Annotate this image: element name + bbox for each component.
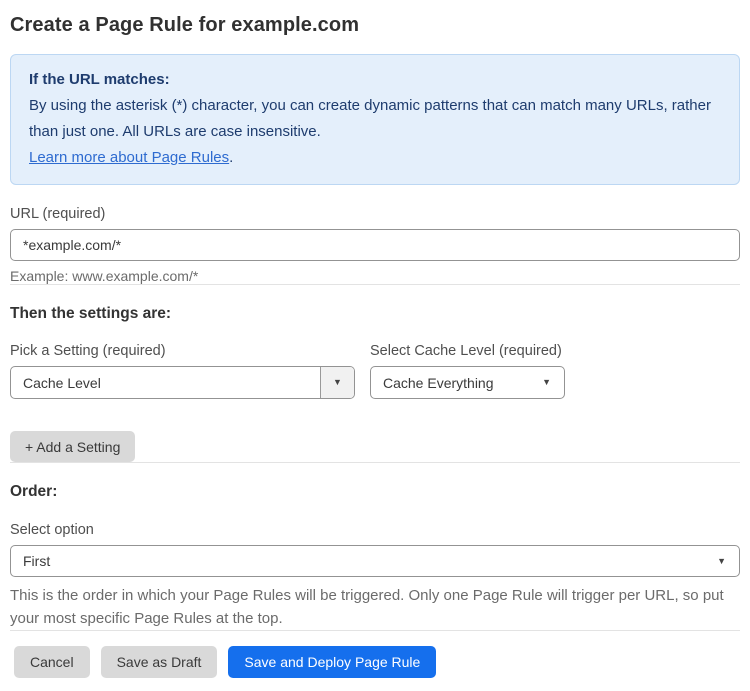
cache-level-value: Cache Everything: [383, 374, 494, 391]
divider: [10, 462, 740, 463]
setting-picker-label: Pick a Setting (required): [10, 343, 166, 359]
order-helper-text: This is the order in which your Page Rul…: [10, 587, 724, 627]
cache-level-arrow: ▼: [542, 378, 564, 387]
settings-row: Pick a Setting (required) Cache Level ▼ …: [10, 323, 740, 399]
divider: [10, 630, 740, 631]
cache-level-column: Select Cache Level (required) Cache Ever…: [370, 323, 565, 399]
divider: [10, 284, 740, 285]
cache-level-label: Select Cache Level (required): [370, 343, 562, 359]
add-setting-button[interactable]: + Add a Setting: [10, 431, 136, 462]
chevron-down-icon: ▼: [542, 377, 551, 387]
info-box-heading: If the URL matches:: [29, 71, 170, 88]
url-match-info-box: If the URL matches: By using the asteris…: [10, 54, 740, 185]
order-section-heading: Order:: [10, 483, 58, 500]
save-draft-button[interactable]: Save as Draft: [100, 646, 218, 678]
page-title: Create a Page Rule for example.com: [10, 14, 360, 36]
save-deploy-button[interactable]: Save and Deploy Page Rule: [228, 646, 437, 678]
settings-section-heading: Then the settings are:: [10, 305, 172, 322]
url-input[interactable]: [10, 229, 740, 261]
order-select-label: Select option: [10, 522, 94, 538]
learn-more-link[interactable]: Learn more about Page Rules: [29, 149, 229, 166]
chevron-down-icon: ▼: [717, 555, 726, 566]
order-select-value: First: [23, 553, 51, 569]
link-suffix: .: [229, 149, 234, 166]
url-example-helper: Example: www.example.com/*: [10, 268, 199, 284]
chevron-down-icon: ▼: [333, 377, 342, 387]
info-box-body: By using the asterisk (*) character, you…: [29, 97, 711, 140]
page-rule-form: Create a Page Rule for example.com If th…: [0, 0, 750, 678]
setting-picker-column: Pick a Setting (required) Cache Level ▼: [10, 323, 355, 399]
setting-picker-value: Cache Level: [23, 374, 101, 391]
order-select[interactable]: First ▼: [10, 545, 740, 577]
form-actions: Cancel Save as Draft Save and Deploy Pag…: [10, 646, 740, 678]
info-box-link-line: Learn more about Page Rules.: [29, 145, 721, 171]
setting-picker-arrow-button[interactable]: ▼: [320, 367, 354, 398]
setting-picker-select[interactable]: Cache Level ▼: [10, 366, 355, 399]
cache-level-select[interactable]: Cache Everything ▼: [370, 366, 565, 399]
url-field-label: URL (required): [10, 206, 106, 222]
order-select-arrow: ▼: [717, 555, 739, 566]
cancel-button[interactable]: Cancel: [14, 646, 90, 678]
